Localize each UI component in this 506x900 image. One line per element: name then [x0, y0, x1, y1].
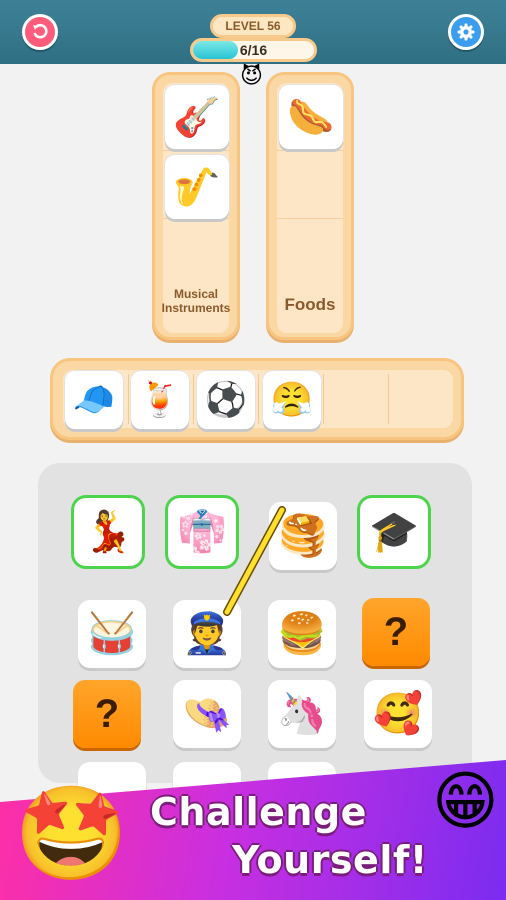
tray-tile-cocktail[interactable]: 🍹 [131, 371, 189, 429]
undo-button[interactable] [22, 14, 58, 50]
category-foods[interactable]: 🌭 Foods [266, 72, 354, 340]
category-musical-instruments[interactable]: 🎸 🎷 Musical Instruments [152, 72, 240, 340]
tray-tile-soccer-ball[interactable]: ⚽ [197, 371, 255, 429]
progress-text: 6/16 [239, 42, 268, 58]
category-tile-saxophone: 🎷 [165, 155, 229, 219]
banner-title-line2: Yourself! [232, 838, 428, 882]
undo-icon [33, 23, 48, 39]
category-tile-hotdog: 🌭 [279, 85, 343, 149]
board-tile-dancer[interactable]: 💃 [74, 498, 142, 566]
board-tile-mystery[interactable]: ? [362, 598, 430, 666]
devil-mascot-icon: 😈 [240, 64, 263, 89]
board-tile-drum[interactable]: 🥁 [78, 600, 146, 668]
tray-tile-cap[interactable]: 🧢 [65, 371, 123, 429]
tray-tile-angry-face[interactable]: 😤 [263, 371, 321, 429]
level-progress-bar: 6/16 [190, 38, 317, 62]
category-tile-guitar: 🎸 [165, 85, 229, 149]
board-tile-mystery[interactable]: ? [73, 680, 141, 748]
board-tile-burger[interactable]: 🍔 [268, 600, 336, 668]
category-label: Musical Instruments [161, 287, 231, 315]
holding-tray: 🧢 🍹 ⚽ 😤 [50, 358, 464, 440]
board-tile-police-officer[interactable]: 👮 [173, 600, 241, 668]
star-struck-emoji-icon: 🤩 [14, 780, 129, 887]
settings-button[interactable] [448, 14, 484, 50]
grinning-emoji-icon: 😁 [432, 765, 499, 839]
board-tile-kimono[interactable]: 👘 [168, 498, 236, 566]
board-tile-unicorn[interactable]: 🦄 [268, 680, 336, 748]
board-tile-pancakes[interactable]: 🥞 [269, 502, 337, 570]
category-label: Foods [284, 295, 336, 314]
board-tile-hat[interactable]: 👒 [173, 680, 241, 748]
gear-icon [457, 23, 475, 41]
level-label: LEVEL 56 [210, 14, 296, 38]
board-tile-smiling-hearts[interactable]: 🥰 [364, 680, 432, 748]
board-tile-graduation-cap[interactable]: 🎓 [360, 498, 428, 566]
banner-title-line1: Challenge [150, 790, 367, 834]
